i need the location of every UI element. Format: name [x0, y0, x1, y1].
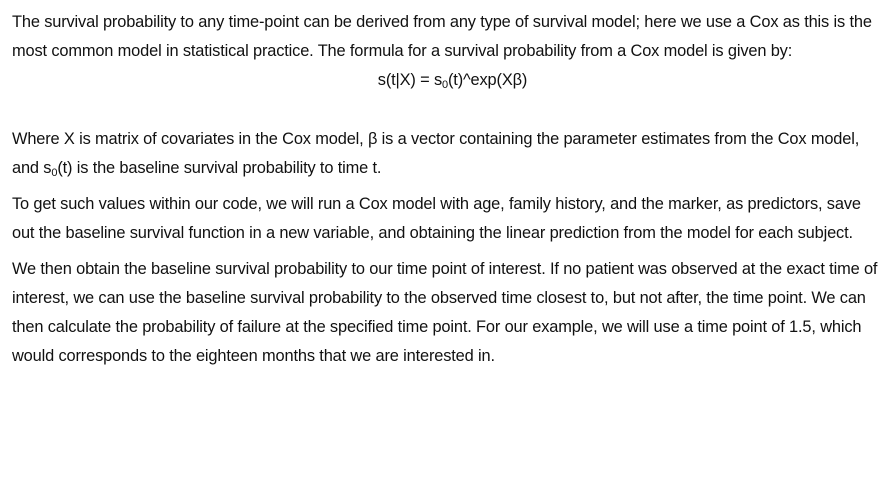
- paragraph-time-point: We then obtain the baseline survival pro…: [12, 260, 878, 365]
- definitions-part2: (t) is the baseline survival probability…: [57, 159, 382, 177]
- paragraph-intro: The survival probability to any time-poi…: [12, 13, 872, 60]
- paragraph-definitions: Where X is matrix of covariates in the C…: [12, 125, 879, 183]
- formula-lhs: s(t|X) = s: [377, 71, 443, 89]
- formula-rhs: (t)^exp(Xβ): [447, 71, 528, 89]
- survival-formula: s(t|X) = s0(t)^exp(Xβ): [12, 66, 879, 95]
- paragraph-code-approach: To get such values within our code, we w…: [12, 195, 861, 242]
- document-page: The survival probability to any time-poi…: [0, 0, 889, 485]
